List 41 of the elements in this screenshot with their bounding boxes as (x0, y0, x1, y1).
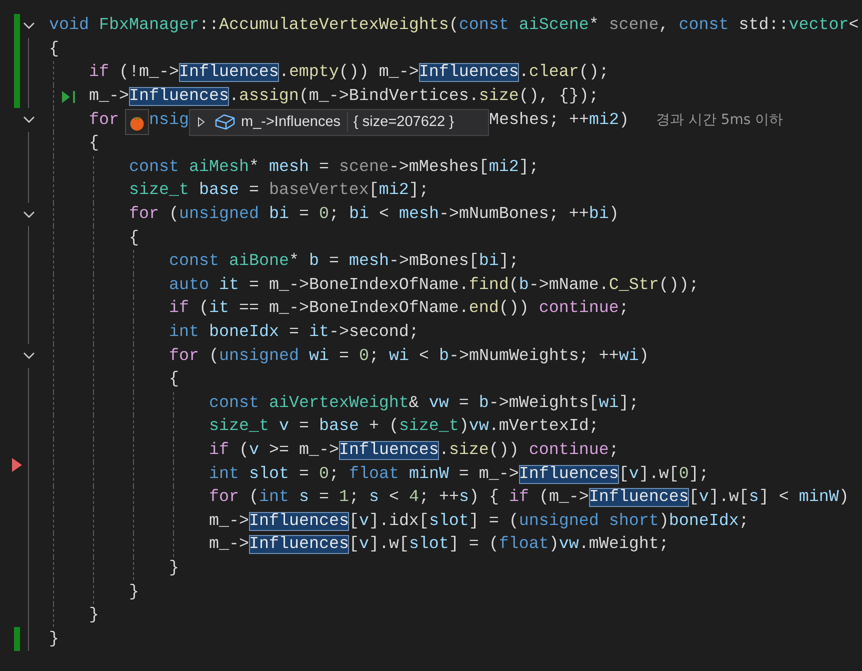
collapse-icon[interactable] (23, 116, 35, 124)
collapse-icon[interactable] (23, 210, 35, 219)
collapse-icon[interactable] (23, 22, 35, 30)
code-line: m_->Influences.assign(m_->BindVertices.size(), {}); (89, 87, 599, 106)
expand-icon[interactable] (198, 117, 205, 128)
cube-icon (214, 113, 235, 132)
code-line: for (unsigned bi = 0; bi < mesh->mNumBones; ++bi) (129, 205, 619, 224)
code-line: { (169, 370, 179, 390)
code-line: auto it = m_->BoneIndexOfName.find(b->mName.C_Str()); (169, 276, 699, 295)
code-line: if (!m_->Influences.empty()) m_->Influences.clear(); (89, 63, 609, 82)
code-line: } (49, 630, 59, 649)
code-line: nsig (149, 110, 189, 130)
code-line: } (169, 558, 179, 578)
code-line: m_->Influences[v].idx[slot] = (unsigned short)boneIdx; (209, 512, 749, 531)
code-line: const aiMesh* mesh = scene->mMeshes[mi2]; (129, 158, 539, 177)
code-line: for (unsigned wi = 0; wi < b->mNumWeights; ++wi) (169, 346, 649, 366)
code-line: int slot = 0; float minW = m_->Influences[v].w[0]; (209, 464, 709, 484)
variable-name: m_->Influences (240, 114, 341, 130)
code-line: const aiVertexWeight& vw = b->mWeights[wi]; (209, 394, 639, 413)
code-line: size_t base = baseVertex[mi2]; (129, 181, 429, 200)
code-line: if (v >= m_->Influences.size()) continue; (209, 440, 619, 460)
run-to-click-icon[interactable] (62, 90, 76, 103)
code-line: for (89, 110, 119, 130)
code-line: for (int s = 1; s < 4; ++s) { if (m_->Influences[v].w[s] < minW) (209, 488, 849, 508)
tomato-icon[interactable] (125, 109, 149, 136)
code-line: Meshes; ++mi2) (488, 110, 629, 130)
code-line: if (it == m_->BoneIndexOfName.end()) continue; (169, 299, 629, 318)
elapsed-time-hint: 경과 시간 5ms 이하 (656, 111, 784, 130)
variable-value: { size=207622 } (354, 114, 454, 130)
code-line: { (89, 134, 99, 154)
code-line: int boneIdx = it->second; (169, 323, 419, 342)
code-line: const aiBone* b = mesh->mBones[bi]; (169, 252, 519, 272)
code-line: void FbxManager::AccumulateVertexWeights(const aiScene* scene, const std::vector< (49, 16, 859, 36)
code-line: { (129, 228, 139, 248)
collapse-icon[interactable] (23, 352, 35, 360)
data-tip[interactable]: m_->Influences { size=207622 } (188, 108, 489, 136)
code-line: { (49, 40, 59, 59)
code-line: size_t v = base + (size_t)vw.mVertexId; (209, 417, 599, 436)
code-line: m_->Influences[v].w[slot] = (float)vw.mWeight; (209, 535, 669, 554)
code-line: } (129, 582, 139, 602)
code-line: } (89, 606, 99, 626)
